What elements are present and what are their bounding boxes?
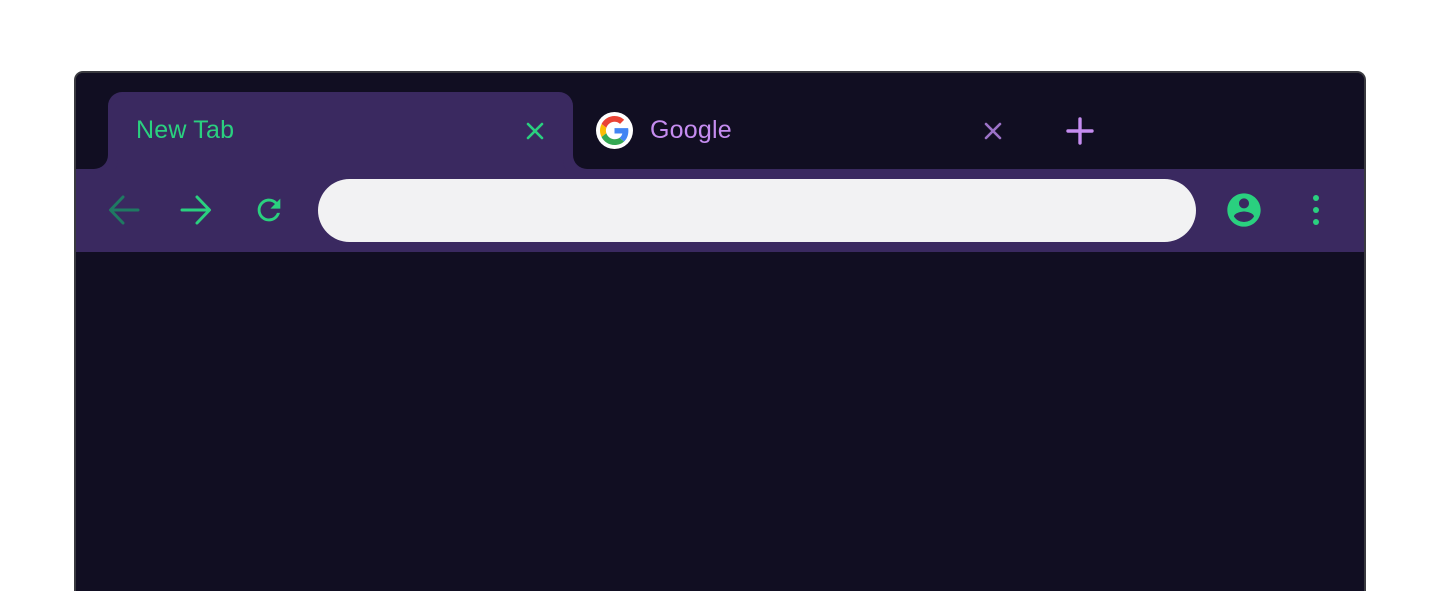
forward-button[interactable] — [176, 190, 216, 230]
page-content — [76, 252, 1364, 591]
arrow-left-icon — [109, 195, 140, 225]
arrow-right-icon — [180, 195, 211, 225]
profile-button[interactable] — [1224, 190, 1264, 230]
reload-button[interactable] — [249, 190, 289, 230]
tab-google[interactable]: Google — [573, 92, 1028, 169]
close-icon[interactable] — [981, 119, 1005, 143]
tab-title: New Tab — [136, 116, 235, 144]
reload-icon — [257, 198, 281, 222]
new-tab-button[interactable] — [1064, 115, 1096, 147]
account-circle-icon — [1227, 193, 1261, 227]
plus-icon — [1066, 117, 1094, 145]
close-icon[interactable] — [523, 119, 547, 143]
browser-window: New Tab Google — [74, 71, 1366, 591]
vertical-dots-icon — [1313, 195, 1319, 225]
back-button[interactable] — [104, 190, 144, 230]
tab-title: Google — [650, 116, 732, 144]
tab-new-tab[interactable]: New Tab — [108, 92, 573, 169]
google-g-icon — [596, 112, 633, 149]
menu-button[interactable] — [1296, 190, 1336, 230]
address-bar[interactable] — [318, 179, 1196, 242]
tab-strip: New Tab Google — [76, 73, 1364, 169]
toolbar — [76, 169, 1364, 252]
